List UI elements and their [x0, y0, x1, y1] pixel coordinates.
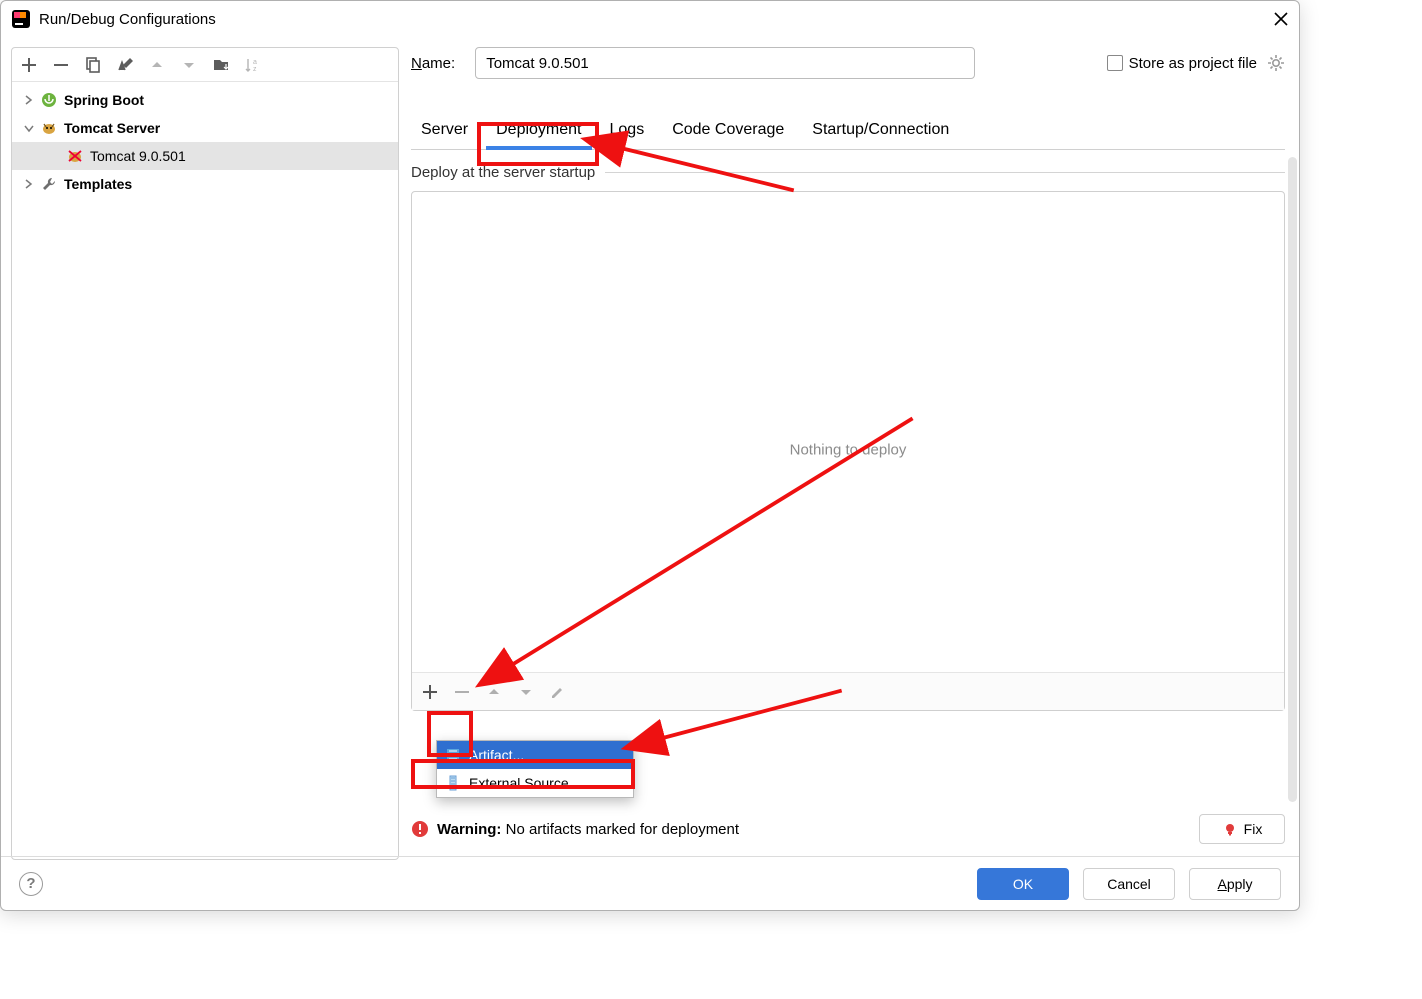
tree-label: Templates [64, 176, 132, 192]
tomcat-error-icon [66, 147, 84, 165]
tree-label: Tomcat Server [64, 120, 160, 136]
remove-configuration-icon[interactable] [52, 56, 70, 74]
warning-row: Warning: No artifacts marked for deploym… [411, 814, 1285, 844]
edit-defaults-icon[interactable] [116, 56, 134, 74]
fix-label: Fix [1244, 821, 1263, 837]
tree-label: Spring Boot [64, 92, 144, 108]
chevron-right-icon[interactable] [22, 177, 36, 191]
tab-startup-connection[interactable]: Startup/Connection [802, 113, 959, 149]
tree-leaf-tomcat-9[interactable]: Tomcat 9.0.501 [12, 142, 398, 170]
help-icon[interactable]: ? [19, 872, 43, 896]
cancel-button[interactable]: Cancel [1083, 868, 1175, 900]
configurations-tree[interactable]: Spring Boot Tomcat Server Tomcat 9.0.501… [12, 82, 398, 202]
tomcat-icon [40, 119, 58, 137]
deploy-add-menu: Artifact... External Source... [436, 740, 634, 798]
deploy-down-icon[interactable] [518, 684, 534, 700]
wrench-icon [40, 175, 58, 193]
tab-logs[interactable]: Logs [600, 113, 655, 149]
external-source-icon [445, 775, 461, 791]
deploy-empty-text: Nothing to deploy [790, 441, 907, 458]
deploy-edit-icon[interactable] [550, 684, 566, 700]
copy-configuration-icon[interactable] [84, 56, 102, 74]
deployment-section: Deploy at the server startup Nothing to … [411, 164, 1285, 711]
checkbox-icon[interactable] [1107, 55, 1123, 71]
move-up-icon[interactable] [148, 56, 166, 74]
deploy-remove-icon[interactable] [454, 684, 470, 700]
store-label: Store as project file [1129, 55, 1257, 72]
deploy-list: Nothing to deploy [411, 191, 1285, 711]
move-down-icon[interactable] [180, 56, 198, 74]
add-configuration-icon[interactable] [20, 56, 38, 74]
chevron-right-icon[interactable] [22, 93, 36, 107]
vertical-scrollbar[interactable] [1288, 157, 1297, 802]
tab-server[interactable]: Server [411, 113, 478, 149]
artifact-icon [445, 747, 461, 763]
deploy-up-icon[interactable] [486, 684, 502, 700]
name-input[interactable] [475, 47, 975, 79]
window-title: Run/Debug Configurations [39, 11, 1273, 28]
store-as-project-file[interactable]: Store as project file [1107, 54, 1285, 72]
gear-icon[interactable] [1267, 54, 1285, 72]
close-icon[interactable] [1273, 11, 1289, 27]
svg-text:z: z [253, 66, 257, 73]
deploy-section-title: Deploy at the server startup [411, 164, 595, 181]
menu-label: Artifact... [469, 747, 524, 763]
deploy-add-icon[interactable] [422, 684, 438, 700]
ok-button[interactable]: OK [977, 868, 1069, 900]
chevron-down-icon[interactable] [22, 121, 36, 135]
sort-alpha-icon[interactable]: az [244, 56, 262, 74]
tree-node-tomcat-server[interactable]: Tomcat Server [12, 114, 398, 142]
configuration-form: Name: Store as project file Server Deplo… [411, 47, 1285, 810]
fix-button[interactable]: Fix [1199, 814, 1285, 844]
configurations-panel: az Spring Boot Tomcat Server Tomcat 9.0.… [11, 47, 399, 860]
lightbulb-icon [1222, 821, 1238, 837]
tree-node-templates[interactable]: Templates [12, 170, 398, 198]
menu-item-artifact[interactable]: Artifact... [437, 741, 633, 769]
configurations-toolbar: az [12, 48, 398, 82]
name-label: Name: [411, 55, 455, 72]
save-template-icon[interactable] [212, 56, 230, 74]
tab-deployment[interactable]: Deployment [486, 113, 591, 149]
warning-text: Warning: No artifacts marked for deploym… [437, 821, 739, 838]
deploy-toolbar [412, 672, 1284, 710]
menu-label: External Source... [469, 775, 580, 791]
run-debug-configurations-dialog: Run/Debug Configurations az Spr [0, 0, 1300, 911]
tab-code-coverage[interactable]: Code Coverage [662, 113, 794, 149]
tree-node-spring-boot[interactable]: Spring Boot [12, 86, 398, 114]
dialog-button-bar: ? OK Cancel Apply [1, 856, 1299, 910]
config-tabs: Server Deployment Logs Code Coverage Sta… [411, 113, 1285, 150]
menu-item-external-source[interactable]: External Source... [437, 769, 633, 797]
spring-boot-icon [40, 91, 58, 109]
intellij-icon [11, 9, 31, 29]
warning-error-icon [411, 820, 429, 838]
titlebar: Run/Debug Configurations [1, 1, 1299, 37]
apply-button[interactable]: Apply [1189, 868, 1281, 900]
svg-text:a: a [253, 59, 257, 66]
tree-label: Tomcat 9.0.501 [90, 148, 186, 164]
